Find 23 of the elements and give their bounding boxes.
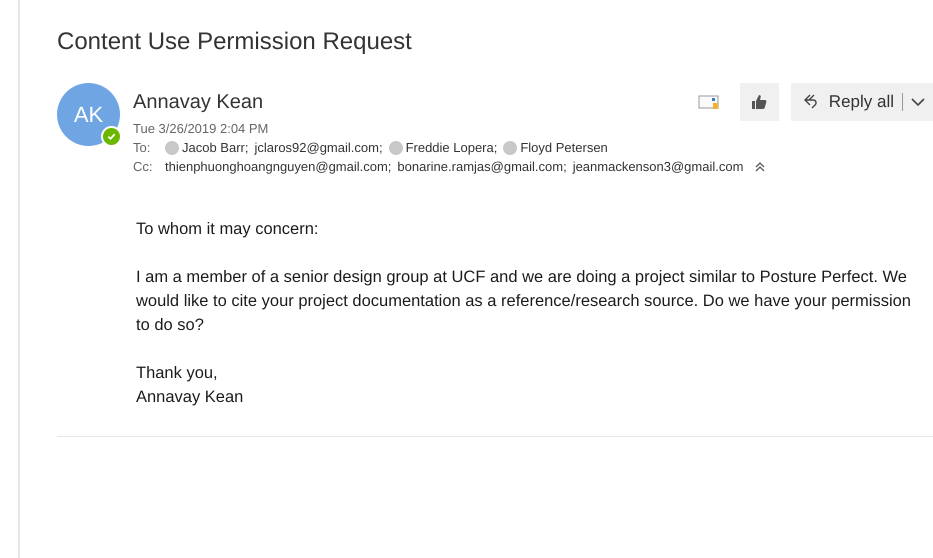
avatar-initials: AK (74, 102, 104, 128)
message-text: I am a member of a senior design group at UCF and we are doing a project similar to Posture Perfect. We would like to cite your project documentation as a reference/research source. Do we have your permission to do so? (136, 267, 911, 336)
cc-label: Cc: (133, 159, 154, 174)
recipient-name[interactable]: thienphuonghoangnguyen@gmail.com; (165, 159, 392, 174)
reply-all-button[interactable]: Reply all (790, 83, 933, 121)
sent-date: Tue 3/26/2019 2:04 PM (133, 121, 270, 136)
envelope-icon[interactable] (698, 94, 720, 110)
collapse-icon[interactable] (755, 162, 766, 172)
message-text: Thank you, (136, 363, 219, 384)
recipient-name[interactable]: Floyd Petersen (520, 140, 608, 155)
recipient-name[interactable]: jeanmackenson3@gmail.com (572, 159, 744, 174)
to-label: To: (133, 140, 152, 155)
email-subject: Content Use Permission Request (57, 28, 412, 56)
sender-name[interactable]: Annavay Kean (133, 91, 264, 114)
recipient-name[interactable]: Freddie Lopera; (406, 140, 498, 155)
like-button[interactable] (740, 83, 779, 121)
recipient-name[interactable]: bonarine.ramjas@gmail.com; (397, 159, 567, 174)
message-text: To whom it may concern: (136, 219, 320, 240)
message-text: Annavay Kean (136, 387, 244, 408)
chevron-down-icon[interactable] (911, 97, 925, 107)
recipient-name[interactable]: Jacob Barr; (182, 140, 248, 155)
thumbs-up-icon (750, 94, 768, 110)
recipient-name[interactable]: jclaros92@gmail.com; (254, 140, 383, 155)
